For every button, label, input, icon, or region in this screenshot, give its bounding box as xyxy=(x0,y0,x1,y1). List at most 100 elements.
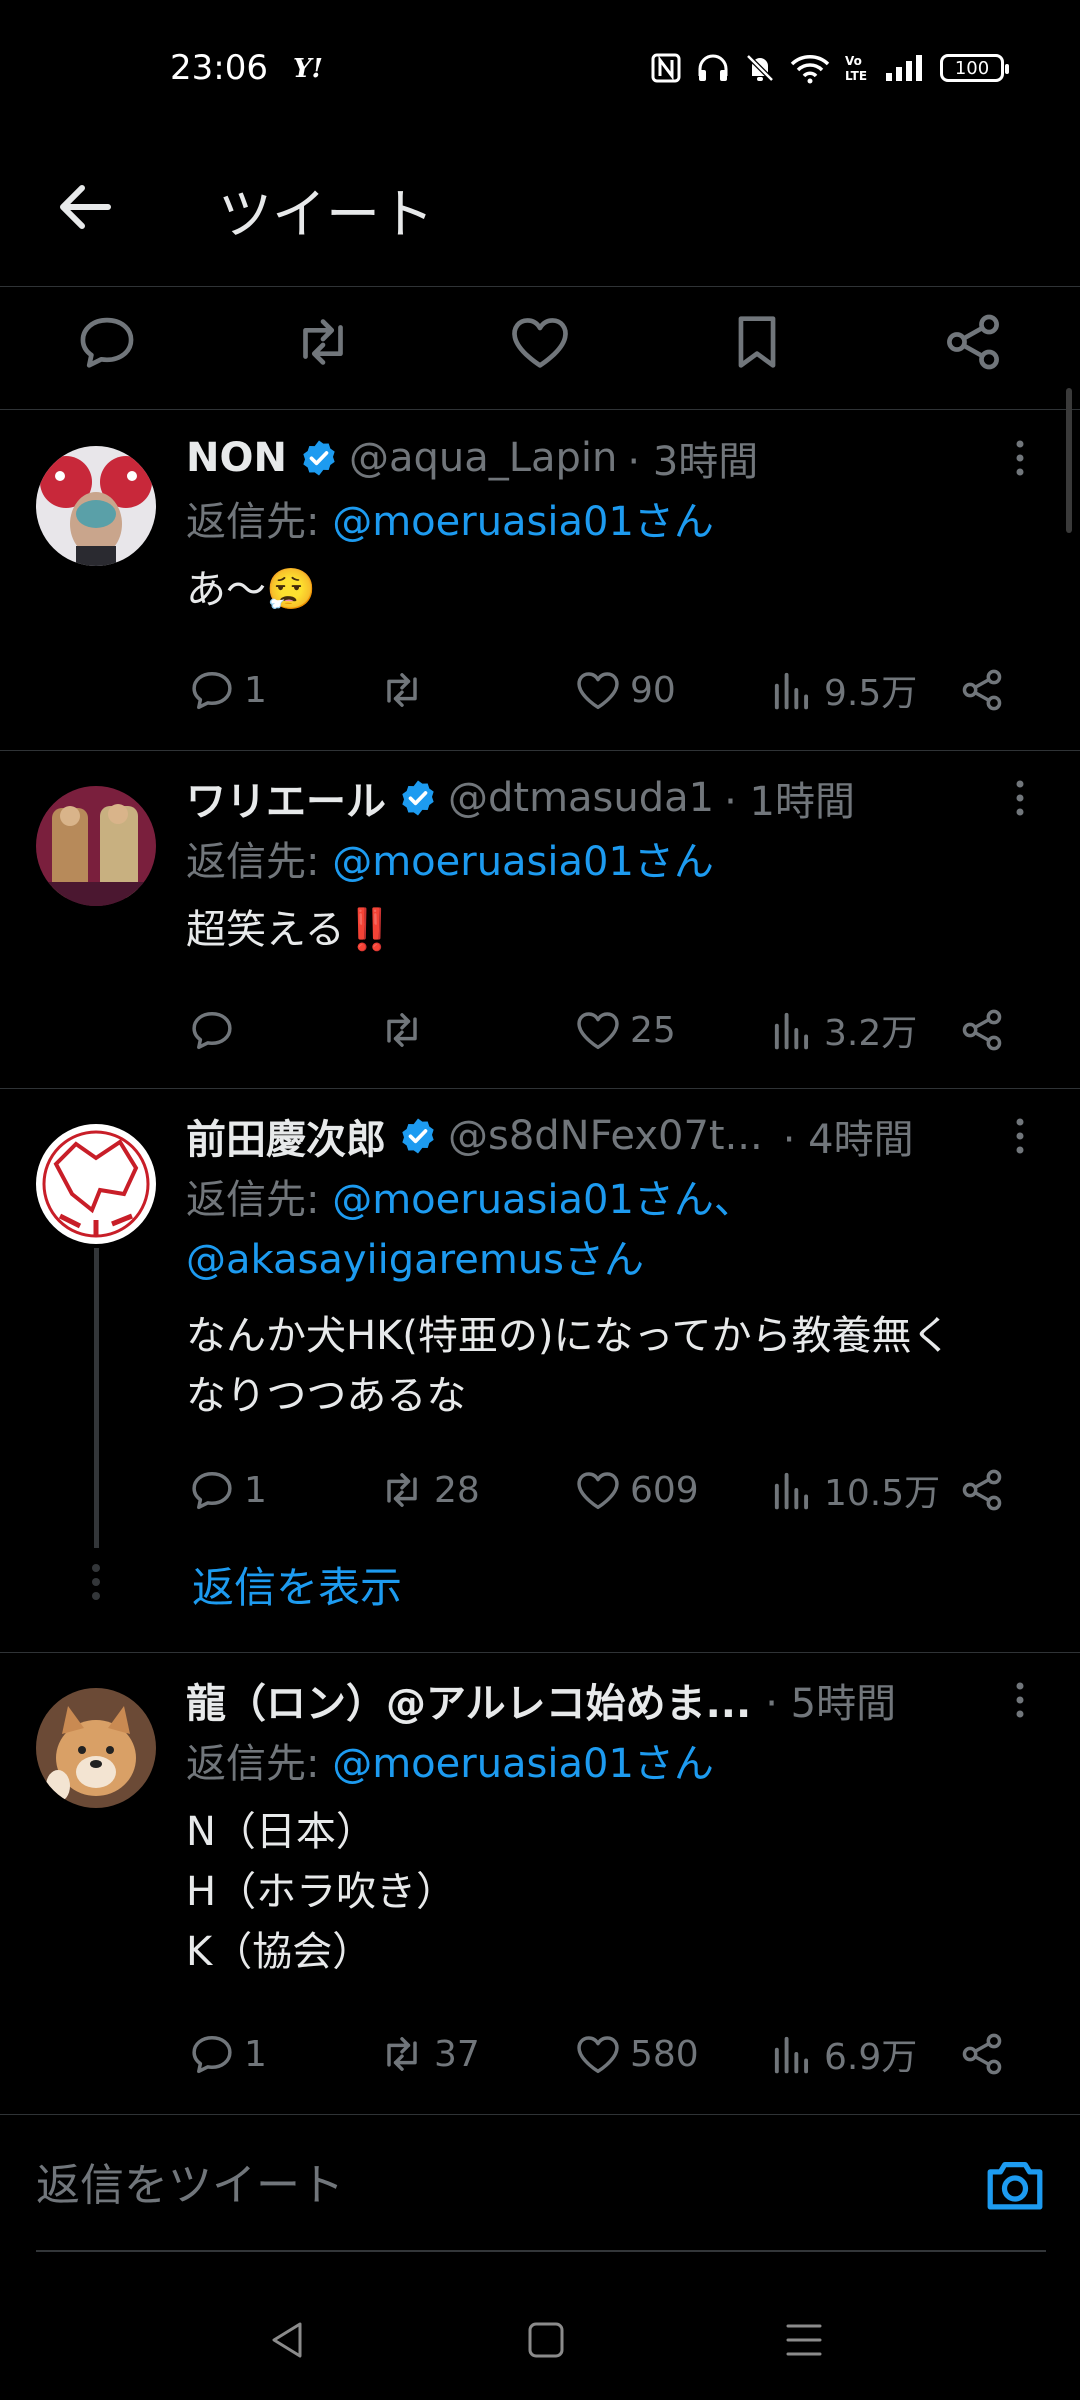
more-options-button[interactable] xyxy=(1000,770,1040,826)
tweet-actions: 1 37 580 6.9万 xyxy=(186,2024,1016,2084)
tweet-actions: 25 3.2万 xyxy=(186,1000,1016,1060)
reply-button[interactable] xyxy=(186,1000,244,1060)
reply-tweet[interactable]: NON @aqua_Lapin · 3時間 返信先: @moeruasia01さ… xyxy=(0,410,1080,751)
retweet-button[interactable] xyxy=(376,1000,434,1060)
reply-input[interactable] xyxy=(36,2120,1046,2252)
reply-prefix: 返信先: xyxy=(186,1741,320,1787)
views-button[interactable]: 10.5万 xyxy=(766,1460,940,1520)
like-button[interactable]: 25 xyxy=(572,1000,676,1060)
like-button[interactable]: 90 xyxy=(572,660,676,720)
reply-tweet[interactable]: 前田慶次郎 @s8dNFex07t... · 4時間 返信先: @moeruas… xyxy=(0,1088,1080,1653)
thread-line xyxy=(94,1248,99,1548)
retweet-button[interactable] xyxy=(288,307,358,377)
reply-tweet[interactable]: 龍（ロン）@アルレコ始めま... · 5時間 返信先: @moeruasia01… xyxy=(0,1652,1080,2115)
tweet-header: 龍（ロン）@アルレコ始めま... · 5時間 xyxy=(186,1672,1000,1728)
like-count: 580 xyxy=(630,2033,699,2075)
share-icon xyxy=(962,669,1002,711)
reply-button[interactable]: 1 xyxy=(186,660,267,720)
share-button[interactable] xyxy=(956,660,1014,720)
reply-prefix: 返信先: xyxy=(186,1177,320,1223)
share-icon xyxy=(962,2033,1002,2075)
bar-chart-icon xyxy=(774,672,809,710)
views-button[interactable]: 6.9万 xyxy=(766,2024,917,2084)
share-button[interactable] xyxy=(956,1000,1014,1060)
avatar[interactable] xyxy=(36,446,156,566)
show-replies-link[interactable]: 返信を表示 xyxy=(192,1554,402,1615)
user-handle[interactable]: @aqua_Lapin xyxy=(349,435,617,481)
reply-button[interactable] xyxy=(72,307,142,377)
headphones-icon xyxy=(698,54,728,81)
like-button[interactable]: 609 xyxy=(572,1460,699,1520)
volte-icon: VoLTE xyxy=(845,54,867,83)
tweet-actions: 1 90 9.5万 xyxy=(186,660,1016,720)
views-button[interactable]: 3.2万 xyxy=(766,1000,917,1060)
share-button[interactable] xyxy=(956,1460,1014,1520)
reply-tweet[interactable]: ワリエール @dtmasuda1 · 1時間 返信先: @moeruasia01… xyxy=(0,750,1080,1089)
reply-to-link[interactable]: @moeruasia01さん xyxy=(332,839,714,885)
nav-home-button[interactable] xyxy=(516,2310,576,2370)
bookmark-button[interactable] xyxy=(722,307,792,377)
share-button[interactable] xyxy=(956,2024,1014,2084)
more-options-button[interactable] xyxy=(1000,430,1040,486)
tweet-header: 前田慶次郎 @s8dNFex07t... · 4時間 xyxy=(186,1108,1000,1164)
avatar[interactable] xyxy=(36,1688,156,1808)
nav-back-button[interactable] xyxy=(258,2310,318,2370)
like-button[interactable] xyxy=(505,307,575,377)
retweet-button[interactable]: 37 xyxy=(376,2024,480,2084)
reply-to-link[interactable]: @moeruasia01さん xyxy=(332,499,714,545)
reply-to-link[interactable]: @moeruasia01さん xyxy=(332,1741,714,1787)
tweet-header: ワリエール @dtmasuda1 · 1時間 xyxy=(186,770,1000,826)
reply-icon xyxy=(192,1472,232,1510)
reply-icon xyxy=(80,317,134,368)
user-handle[interactable]: @s8dNFex07t... xyxy=(448,1113,763,1159)
display-name[interactable]: ワリエール xyxy=(186,770,386,826)
camera-button[interactable] xyxy=(980,2150,1050,2220)
system-nav-bar xyxy=(0,2280,1080,2400)
more-options-button[interactable] xyxy=(1000,1672,1040,1728)
reply-to-link[interactable]: @akasayiigaremusさん xyxy=(186,1237,644,1283)
more-vertical-icon xyxy=(1016,1682,1024,1718)
display-name[interactable]: NON xyxy=(186,435,287,481)
bar-chart-icon xyxy=(774,1472,809,1510)
view-count: 6.9万 xyxy=(824,2037,918,2078)
square-home-icon xyxy=(528,2322,564,2358)
nav-menu-button[interactable] xyxy=(774,2310,834,2370)
views-button[interactable]: 9.5万 xyxy=(766,660,917,720)
avatar[interactable] xyxy=(36,1124,156,1244)
tweet-header: NON @aqua_Lapin · 3時間 xyxy=(186,430,1000,486)
triangle-back-icon xyxy=(272,2322,302,2358)
back-button[interactable] xyxy=(50,172,120,242)
reply-button[interactable]: 1 xyxy=(186,2024,267,2084)
retweet-icon xyxy=(387,673,417,707)
retweet-button[interactable] xyxy=(376,660,434,720)
tweet-time: · 3時間 xyxy=(627,439,759,485)
retweet-count: 37 xyxy=(434,2033,480,2075)
retweet-icon xyxy=(303,319,343,365)
view-count: 10.5万 xyxy=(824,1473,941,1514)
tweet-action-bar xyxy=(0,286,1080,410)
reply-to-link[interactable]: @moeruasia01さん、 xyxy=(332,1177,754,1223)
reply-count: 1 xyxy=(244,2033,267,2075)
avatar[interactable] xyxy=(36,786,156,906)
reply-prefix: 返信先: xyxy=(186,839,320,885)
like-count: 90 xyxy=(630,669,676,711)
tweet-actions: 1 28 609 10.5万 xyxy=(186,1460,1016,1520)
camera-icon xyxy=(987,2161,1043,2210)
more-options-button[interactable] xyxy=(1000,1108,1040,1164)
display-name[interactable]: 龍（ロン）@アルレコ始めま... xyxy=(186,1672,751,1728)
verified-badge-icon xyxy=(402,1118,434,1154)
display-name[interactable]: 前田慶次郎 xyxy=(186,1108,386,1164)
bar-chart-icon xyxy=(774,2036,809,2074)
heart-icon xyxy=(577,1012,619,1050)
reply-icon xyxy=(192,1012,232,1050)
retweet-button[interactable]: 28 xyxy=(376,1460,480,1520)
like-button[interactable]: 580 xyxy=(572,2024,699,2084)
share-button[interactable] xyxy=(938,307,1008,377)
user-handle[interactable]: @dtmasuda1 xyxy=(448,775,714,821)
page-title: ツイート xyxy=(218,183,434,246)
share-icon xyxy=(962,1469,1002,1511)
view-count: 3.2万 xyxy=(824,1013,918,1054)
reply-context: 返信先: @moeruasia01さん xyxy=(186,492,714,552)
reply-button[interactable]: 1 xyxy=(186,1460,267,1520)
tweet-text: なんか犬HK(特亜の)になってから教養無く なりつつあるな xyxy=(186,1313,952,1419)
